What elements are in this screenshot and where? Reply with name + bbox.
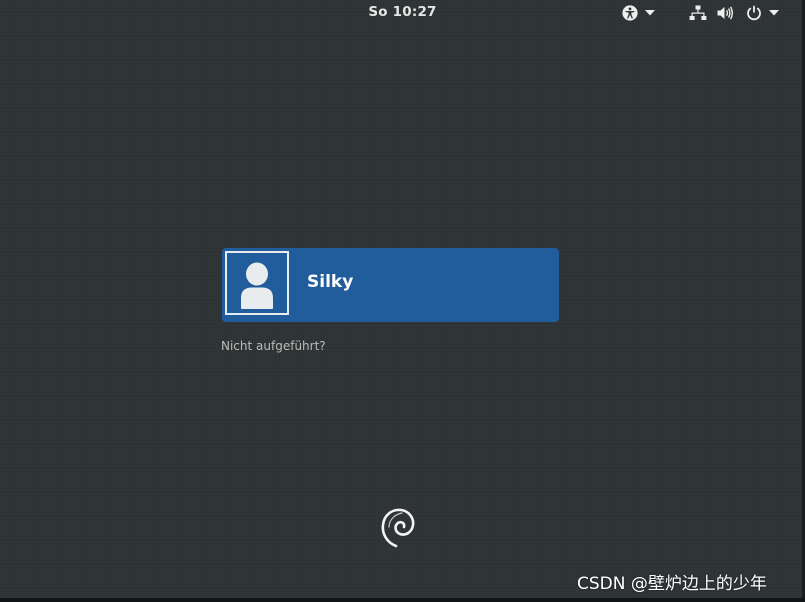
chevron-down-icon	[645, 10, 655, 16]
not-listed-link[interactable]: Nicht aufgeführt?	[221, 339, 326, 353]
login-screen: So 10:27 Silky Nicht aufgeführt? CSDN @壁…	[0, 0, 805, 602]
accessibility-menu-button[interactable]	[621, 4, 655, 22]
screen-edge	[0, 598, 805, 602]
volume-icon	[716, 4, 734, 22]
clock-menu[interactable]: So 10:27	[0, 4, 805, 20]
network-icon	[689, 4, 707, 22]
watermark-text: CSDN @壁炉边上的少年	[577, 574, 767, 594]
top-bar: So 10:27	[0, 0, 805, 26]
debian-swirl-icon	[379, 505, 417, 549]
system-menu-button[interactable]	[689, 4, 779, 22]
avatar	[225, 251, 289, 315]
clock-label: So 10:27	[368, 4, 437, 20]
chevron-down-icon	[769, 10, 779, 16]
user-name-label: Silky	[307, 272, 354, 292]
user-list-item[interactable]: Silky	[222, 248, 559, 322]
power-icon	[745, 4, 763, 22]
accessibility-icon	[621, 4, 639, 22]
